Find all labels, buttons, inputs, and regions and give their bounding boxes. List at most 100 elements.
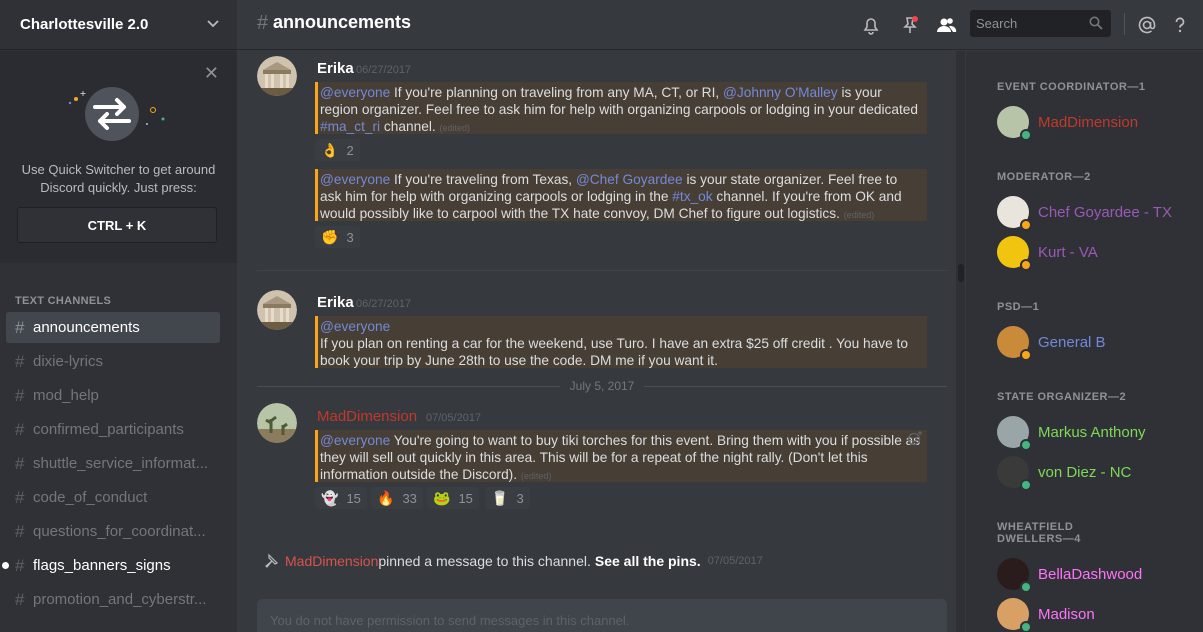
reaction-ok-hand[interactable]: 👌 2: [315, 139, 360, 161]
members-icon[interactable]: [935, 14, 957, 36]
reaction-count: 2: [346, 142, 354, 158]
message-content: @everyone If you plan on renting a car f…: [315, 316, 927, 368]
member-item[interactable]: Madison: [997, 598, 1197, 632]
channel-announcements[interactable]: # announcements: [6, 312, 220, 343]
add-reaction-icon[interactable]: [907, 430, 923, 446]
user-mention[interactable]: @Chef Goyardee: [576, 172, 683, 187]
message-author[interactable]: Erika: [317, 60, 354, 77]
at-icon[interactable]: [1136, 14, 1158, 36]
channel-mention[interactable]: #tx_ok: [672, 189, 712, 204]
guild-header[interactable]: Charlottesville 2.0: [0, 0, 237, 50]
message-content: @everyone You're going to want to buy ti…: [315, 430, 927, 482]
reaction-frog[interactable]: 🐸 15: [427, 487, 479, 509]
quick-switcher-text: Use Quick Switcher to get around Discord…: [21, 162, 216, 195]
bell-icon[interactable]: [860, 14, 882, 36]
everyone-mention[interactable]: @everyone: [320, 85, 390, 100]
channel-header: # announcements: [237, 0, 1203, 50]
reaction-count: 15: [346, 490, 361, 506]
everyone-mention[interactable]: @everyone: [320, 433, 390, 448]
member-item[interactable]: General B: [997, 326, 1197, 361]
scrollbar-thumb[interactable]: [958, 264, 964, 282]
reaction-fire[interactable]: 🔥 33: [371, 487, 423, 509]
channel-shuttle-service[interactable]: # shuttle_service_informat...: [6, 448, 220, 479]
close-icon[interactable]: ✕: [204, 63, 219, 84]
scrollbar-track[interactable]: [956, 51, 965, 632]
quick-switcher-shortcut[interactable]: CTRL + K: [17, 207, 217, 243]
idle-status-icon: [1020, 219, 1032, 231]
everyone-mention[interactable]: @everyone: [320, 172, 390, 187]
avatar: [997, 558, 1032, 593]
role-header: EVENT COORDINATOR—1: [997, 81, 1146, 93]
role-header-line: DWELLERS—4: [997, 533, 1081, 545]
text-channels-header[interactable]: TEXT CHANNELS: [15, 295, 111, 307]
member-item[interactable]: BellaDashwood: [997, 558, 1197, 593]
channel-questions[interactable]: # questions_for_coordinat...: [6, 516, 220, 547]
message-content: @everyone If you're planning on travelin…: [315, 82, 927, 134]
system-timestamp: 07/05/2017: [707, 555, 763, 567]
pin-icon[interactable]: [899, 14, 921, 36]
channel-mod-help[interactable]: # mod_help: [6, 380, 220, 411]
toolbar-divider: [1124, 13, 1125, 35]
avatar: [997, 196, 1032, 231]
online-status-icon: [1020, 439, 1032, 451]
guild-name: Charlottesville 2.0: [20, 16, 149, 33]
hash-icon: #: [15, 419, 25, 439]
hash-icon: #: [15, 453, 25, 473]
see-pins-link[interactable]: See all the pins.: [595, 553, 701, 569]
member-name: Markus Anthony: [1038, 423, 1146, 441]
channel-confirmed-participants[interactable]: # confirmed_participants: [6, 414, 220, 445]
message-text: If you're planning on traveling from any…: [390, 85, 723, 100]
role-header: MODERATOR—2: [997, 171, 1091, 183]
search-input[interactable]: [970, 10, 1080, 37]
message-composer: You do not have permission to send messa…: [257, 599, 947, 632]
channel-label: confirmed_participants: [33, 421, 184, 438]
message-text: channel.: [380, 119, 440, 134]
search-icon: [1089, 16, 1103, 30]
member-item[interactable]: MadDimension: [997, 106, 1197, 141]
member-item[interactable]: von Diez - NC: [997, 456, 1197, 491]
message-divider: [257, 270, 947, 271]
search-box[interactable]: [970, 10, 1111, 37]
member-item[interactable]: Chef Goyardee - TX: [997, 196, 1197, 231]
user-mention[interactable]: @Johnny O'Malley: [723, 85, 838, 100]
message-text: You're going to want to buy tiki torches…: [320, 433, 921, 482]
channel-promotion[interactable]: # promotion_and_cyberstr...: [6, 584, 220, 615]
channel-label: flags_banners_signs: [33, 557, 171, 574]
discord-app: Charlottesville 2.0 ✕ Use Quick Switcher…: [0, 0, 1203, 632]
avatar[interactable]: [257, 290, 297, 330]
avatar: [997, 106, 1032, 141]
member-name: von Diez - NC: [1038, 463, 1132, 481]
avatar[interactable]: [257, 56, 297, 96]
channel-label: announcements: [33, 319, 140, 336]
channel-title: announcements: [273, 12, 412, 32]
channel-mention[interactable]: #ma_ct_ri: [320, 119, 380, 134]
channel-dixie-lyrics[interactable]: # dixie-lyrics: [6, 346, 220, 377]
reaction-fist[interactable]: ✊ 3: [315, 226, 360, 248]
idle-status-icon: [1020, 349, 1032, 361]
member-item[interactable]: Kurt - VA: [997, 236, 1197, 271]
message-author[interactable]: Erika: [317, 294, 354, 311]
member-name: Madison: [1038, 605, 1095, 623]
unread-indicator: [2, 562, 9, 569]
channel-flags-banners-signs[interactable]: # flags_banners_signs: [2, 550, 220, 581]
channel-label: promotion_and_cyberstr...: [33, 591, 207, 608]
member-item[interactable]: Markus Anthony: [997, 416, 1197, 451]
ok-hand-emoji-icon: 👌: [321, 141, 339, 158]
edited-label: (edited): [843, 210, 875, 220]
avatar: [997, 456, 1032, 491]
hash-icon: #: [15, 317, 25, 337]
ghost-emoji-icon: 👻: [321, 489, 339, 506]
system-user[interactable]: MadDimension: [285, 553, 378, 569]
everyone-mention[interactable]: @everyone: [320, 319, 390, 334]
avatar[interactable]: [257, 403, 297, 443]
channel-code-of-conduct[interactable]: # code_of_conduct: [6, 482, 220, 513]
reaction-milk[interactable]: 🥛 3: [485, 487, 530, 509]
reaction-ghost[interactable]: 👻 15: [315, 487, 367, 509]
chevron-down-icon[interactable]: [207, 17, 219, 29]
help-icon[interactable]: [1169, 14, 1191, 36]
reaction-count: 3: [346, 229, 354, 245]
message-author[interactable]: MadDimension: [317, 408, 417, 425]
quick-switcher-illustration-icon: [68, 87, 165, 141]
channel-label: mod_help: [33, 387, 99, 404]
idle-status-icon: [1020, 259, 1032, 271]
